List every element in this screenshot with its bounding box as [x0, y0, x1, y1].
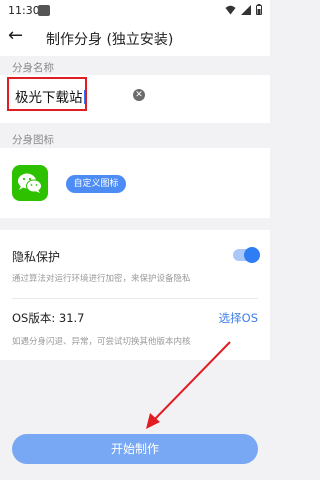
- annotation-arrow-icon: [146, 341, 231, 429]
